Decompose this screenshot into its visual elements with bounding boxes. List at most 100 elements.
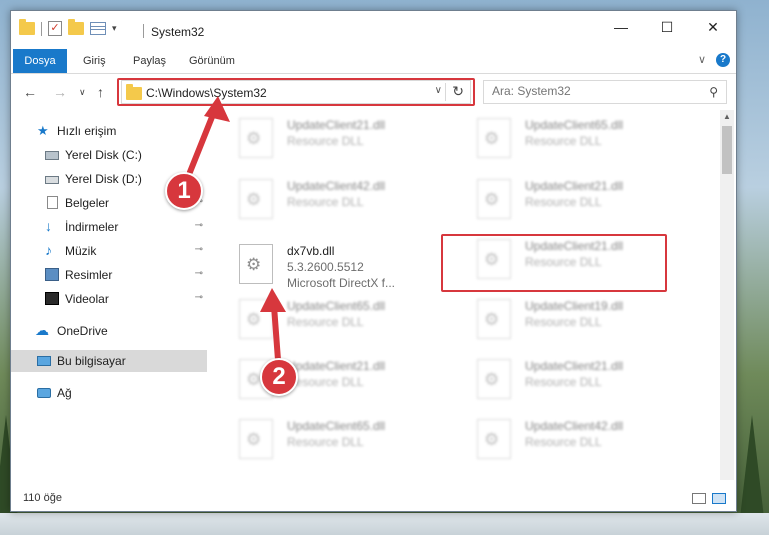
- dll-file-icon: [239, 179, 273, 219]
- sidebar-item-label: İndirmeler: [65, 220, 119, 234]
- dll-file-icon: [477, 299, 511, 339]
- file-type: Resource DLL: [287, 195, 364, 209]
- sidebar-item-pictures[interactable]: Resimler ⊸: [11, 264, 207, 286]
- file-type: Resource DLL: [287, 315, 364, 329]
- dll-file-icon: [239, 299, 273, 339]
- sidebar-item-network[interactable]: Ağ: [11, 382, 207, 404]
- sidebar-item-this-pc[interactable]: Bu bilgisayar: [11, 350, 207, 372]
- file-tile[interactable]: UpdateClient21.dll Resource DLL: [469, 353, 689, 405]
- file-name: UpdateClient65.dll: [525, 118, 624, 132]
- file-name: UpdateClient21.dll: [287, 359, 386, 373]
- up-arrow-icon[interactable]: ↑: [97, 84, 104, 100]
- sidebar-item-label: Hızlı erişim: [57, 124, 117, 138]
- dll-file-icon: [239, 244, 273, 284]
- pin-icon[interactable]: ⊸: [195, 220, 203, 231]
- callout-step-1: 1: [165, 172, 203, 210]
- file-description: Microsoft DirectX f...: [287, 276, 396, 290]
- document-icon: [47, 196, 58, 209]
- file-type: Resource DLL: [525, 315, 602, 329]
- file-tile[interactable]: UpdateClient42.dll Resource DLL: [469, 413, 689, 465]
- dll-file-icon: [477, 118, 511, 158]
- star-icon: ★: [37, 123, 49, 138]
- file-type: Resource DLL: [525, 195, 602, 209]
- pin-icon[interactable]: ⊸: [195, 292, 203, 303]
- file-tile[interactable]: UpdateClient65.dll Resource DLL: [469, 112, 689, 164]
- large-icons-view-icon[interactable]: [712, 493, 726, 504]
- sidebar-item-downloads[interactable]: ↓ İndirmeler ⊸: [11, 216, 207, 238]
- file-tile[interactable]: UpdateClient42.dll Resource DLL: [231, 173, 451, 225]
- file-highlight-box: [441, 234, 667, 292]
- file-version: 5.3.2600.5512: [287, 260, 364, 274]
- search-box[interactable]: ⚲: [483, 80, 727, 104]
- dll-file-icon: [477, 179, 511, 219]
- sidebar-item-onedrive[interactable]: ☁ OneDrive: [11, 320, 207, 342]
- expand-ribbon-chevron-icon[interactable]: ∨: [698, 53, 706, 66]
- file-tile-dx7vb[interactable]: dx7vb.dll 5.3.2600.5512 Microsoft Direct…: [231, 238, 451, 290]
- sidebar-item-label: Müzik: [65, 244, 97, 258]
- item-count: 110 öğe: [23, 492, 62, 504]
- file-type: Resource DLL: [287, 435, 364, 449]
- pictures-icon: [45, 268, 59, 281]
- file-name: UpdateClient21.dll: [287, 118, 386, 132]
- sidebar-item-local-disk-c[interactable]: Yerel Disk (C:): [11, 144, 207, 166]
- back-arrow-icon[interactable]: ←: [23, 84, 37, 100]
- sidebar-item-label: Videolar: [65, 292, 109, 306]
- file-name: UpdateClient19.dll: [525, 299, 624, 313]
- scroll-up-arrow-icon[interactable]: ▲: [723, 112, 731, 121]
- tab-file[interactable]: Dosya: [13, 49, 67, 73]
- scrollbar-thumb[interactable]: [722, 126, 732, 174]
- maximize-button[interactable]: ☐: [644, 11, 690, 43]
- file-tile[interactable]: UpdateClient65.dll Resource DLL: [231, 413, 451, 465]
- vertical-scrollbar[interactable]: ▲: [720, 110, 734, 480]
- file-name: dx7vb.dll: [287, 244, 335, 258]
- properties-check-icon[interactable]: ✓: [48, 21, 62, 36]
- help-icon[interactable]: ?: [716, 53, 730, 67]
- music-icon: ♪: [45, 242, 52, 258]
- disk-icon: [45, 176, 59, 184]
- file-tile[interactable]: UpdateClient21.dll Resource DLL: [469, 173, 689, 225]
- file-tile[interactable]: UpdateClient19.dll Resource DLL: [469, 293, 689, 345]
- file-name: UpdateClient65.dll: [287, 419, 386, 433]
- tab-home[interactable]: Giriş: [73, 49, 116, 73]
- minimize-button[interactable]: —: [598, 11, 644, 43]
- sidebar-item-videos[interactable]: Videolar ⊸: [11, 288, 207, 310]
- new-folder-icon[interactable]: [68, 19, 84, 35]
- sidebar-item-label: OneDrive: [57, 324, 108, 338]
- file-tile[interactable]: UpdateClient21.dll Resource DLL: [231, 112, 451, 164]
- window-title: System32: [151, 25, 205, 39]
- download-icon: ↓: [45, 218, 52, 234]
- file-type: Resource DLL: [525, 435, 602, 449]
- pin-icon[interactable]: ⊸: [195, 268, 203, 279]
- dll-file-icon: [477, 419, 511, 459]
- dll-file-icon: [239, 118, 273, 158]
- close-button[interactable]: ✕: [690, 11, 736, 43]
- customize-toolbar-arrow-icon[interactable]: ▾: [112, 23, 117, 34]
- ribbon: Dosya Giriş Paylaş Görünüm ∨ ?: [11, 47, 736, 73]
- sidebar-item-music[interactable]: ♪ Müzik ⊸: [11, 240, 207, 262]
- file-type: Resource DLL: [525, 375, 602, 389]
- file-tile[interactable]: UpdateClient65.dll Resource DLL: [231, 293, 451, 345]
- forward-arrow-icon[interactable]: →: [53, 84, 67, 100]
- properties-icon[interactable]: [90, 22, 106, 35]
- title-separator: [143, 24, 144, 38]
- search-icon[interactable]: ⚲: [709, 85, 718, 99]
- sidebar-item-quick-access[interactable]: ★ Hızlı erişim: [11, 120, 207, 142]
- video-icon: [45, 292, 59, 305]
- search-input[interactable]: [492, 84, 692, 98]
- navigation-pane: ★ Hızlı erişim Yerel Disk (C:) Yerel Dis…: [11, 110, 207, 480]
- file-type: Resource DLL: [287, 375, 364, 389]
- sidebar-item-label: Bu bilgisayar: [57, 354, 126, 368]
- tab-share[interactable]: Paylaş: [123, 49, 176, 73]
- address-highlight-box: [117, 78, 475, 106]
- sidebar-item-label: Yerel Disk (C:): [65, 148, 142, 162]
- tab-view[interactable]: Görünüm: [179, 49, 245, 73]
- file-name: UpdateClient42.dll: [287, 179, 386, 193]
- sidebar-item-label: Resimler: [65, 268, 113, 282]
- navigation-bar: ← → ∨ ↑ C:\Windows\System32 ∨ ↻ ⚲: [11, 74, 736, 110]
- recent-locations-chevron-icon[interactable]: ∨: [79, 87, 86, 98]
- disk-icon: [45, 151, 59, 160]
- details-view-icon[interactable]: [692, 493, 706, 504]
- pin-icon[interactable]: ⊸: [195, 244, 203, 255]
- sidebar-item-label: Yerel Disk (D:): [65, 172, 142, 186]
- file-type: Resource DLL: [287, 134, 364, 148]
